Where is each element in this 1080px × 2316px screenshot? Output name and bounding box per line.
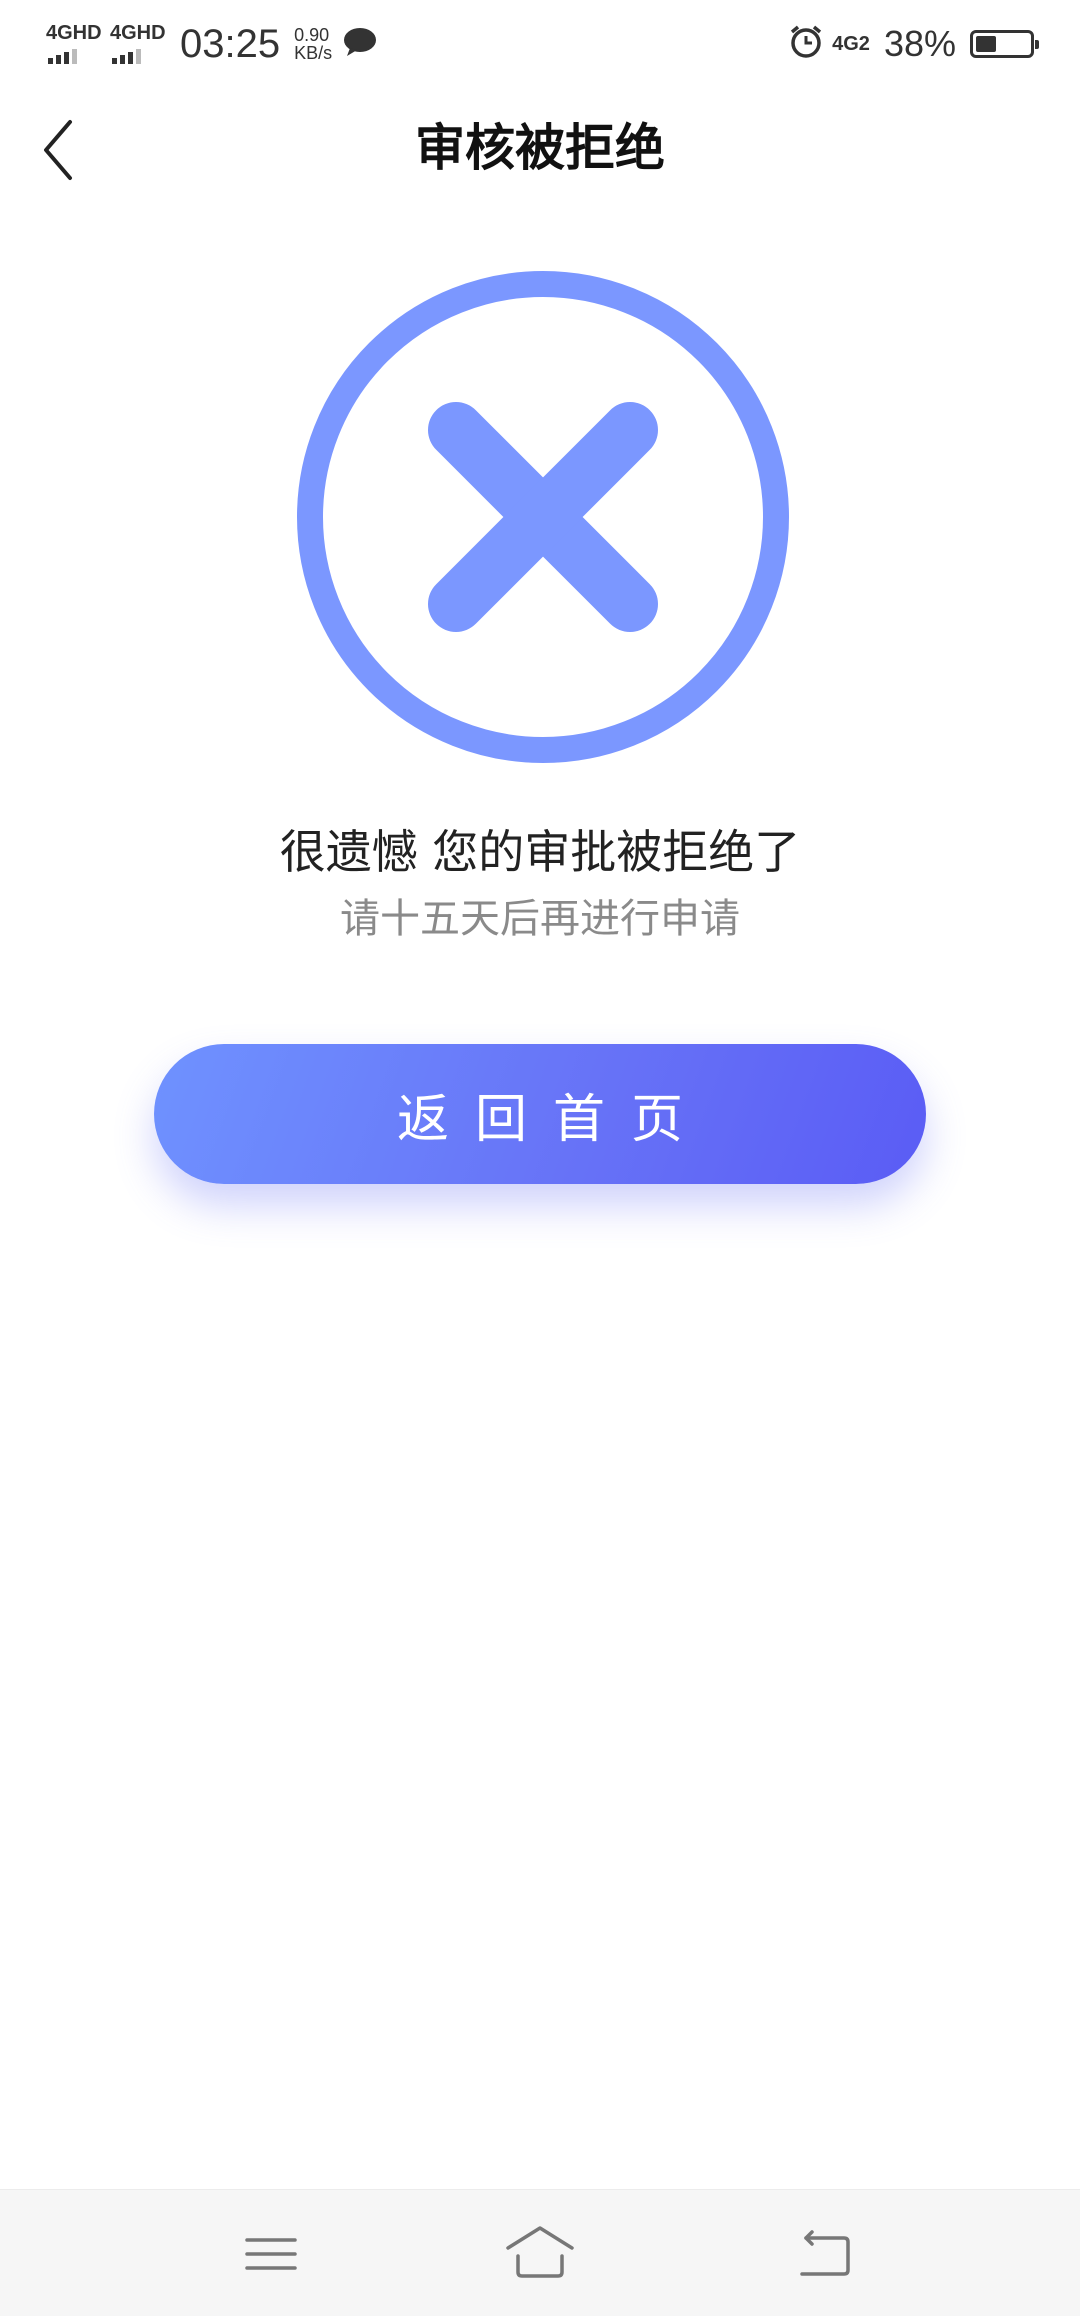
alarm-icon — [788, 24, 824, 64]
return-home-button[interactable]: 返回首页 — [154, 1044, 926, 1184]
battery-fill — [976, 36, 996, 52]
retry-hint: 请十五天后再进行申请 — [340, 896, 740, 942]
page-title: 审核被拒绝 — [415, 119, 665, 177]
signal-1-label: 4GHD — [46, 22, 102, 44]
system-nav-bar — [0, 2189, 1080, 2316]
signal-bars-icon — [112, 49, 141, 64]
network-speed-unit: KB/s — [294, 43, 333, 63]
reject-x-circle-icon — [296, 270, 790, 764]
signal-2-label: 4GHD — [110, 22, 166, 44]
rejection-message: 很遗憾 您的审批被拒绝了 — [279, 825, 801, 879]
home-icon[interactable] — [500, 2214, 580, 2294]
signal-1: 4GHD — [46, 22, 102, 66]
status-bar-right: 4G2 38% — [788, 16, 1039, 72]
back-nav-icon[interactable] — [784, 2214, 864, 2294]
network-speed-value: 0.90 — [294, 25, 330, 45]
network-type: 4G2 — [832, 32, 870, 55]
signal-2: 4GHD — [110, 22, 166, 66]
chat-notification-icon — [342, 26, 378, 62]
clock: 03:25 — [180, 21, 281, 66]
menu-icon[interactable] — [231, 2214, 311, 2294]
status-bar: 4GHD 4GHD 03:25 0.90 KB/s 4G2 38% — [0, 0, 1080, 84]
battery-percent: 38% — [883, 23, 956, 64]
signal-bars-icon — [48, 49, 77, 64]
network-speed: 0.90 KB/s — [294, 26, 332, 62]
battery-icon — [970, 30, 1039, 58]
status-bar-left: 4GHD 4GHD 03:25 0.90 KB/s — [46, 16, 378, 72]
